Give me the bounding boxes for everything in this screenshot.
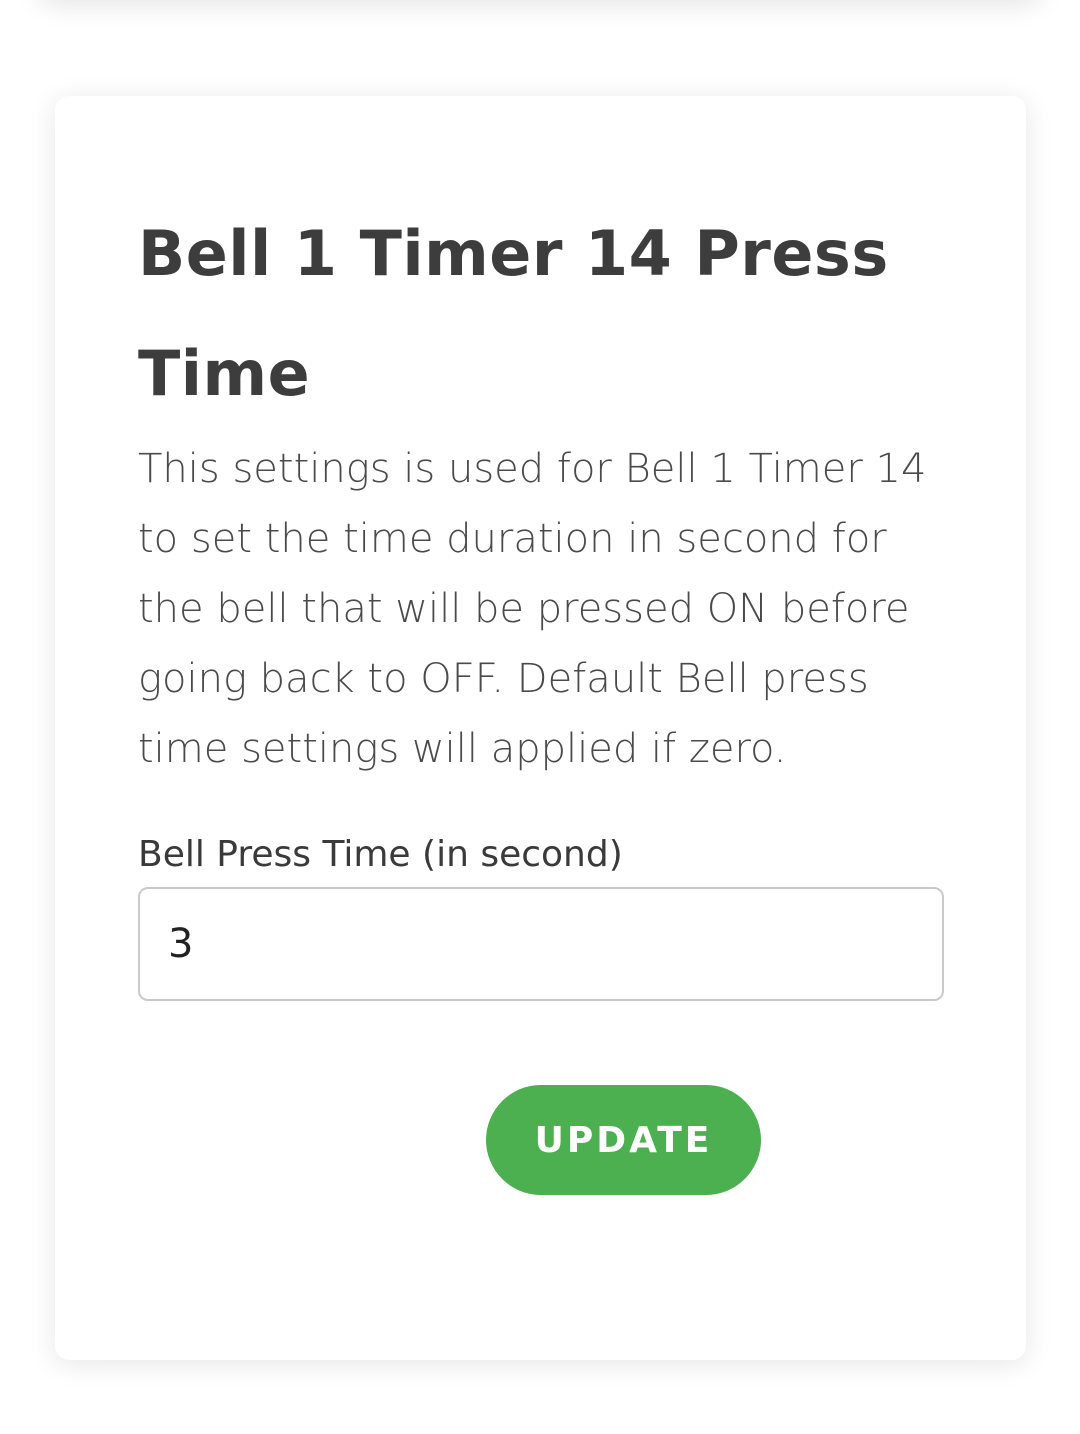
settings-card: Bell 1 Timer 14 Press Time This settings… <box>55 96 1026 1360</box>
card-description: This settings is used for Bell 1 Timer 1… <box>138 446 927 772</box>
update-button[interactable]: UPDATE <box>486 1085 761 1195</box>
bell-press-time-input[interactable] <box>138 887 944 1001</box>
card-title: Bell 1 Timer 14 Press Time <box>138 217 889 410</box>
bell-press-time-label: Bell Press Time (in second) <box>138 834 623 875</box>
page: Bell 1 Timer 14 Press Time This settings… <box>0 0 1080 1434</box>
